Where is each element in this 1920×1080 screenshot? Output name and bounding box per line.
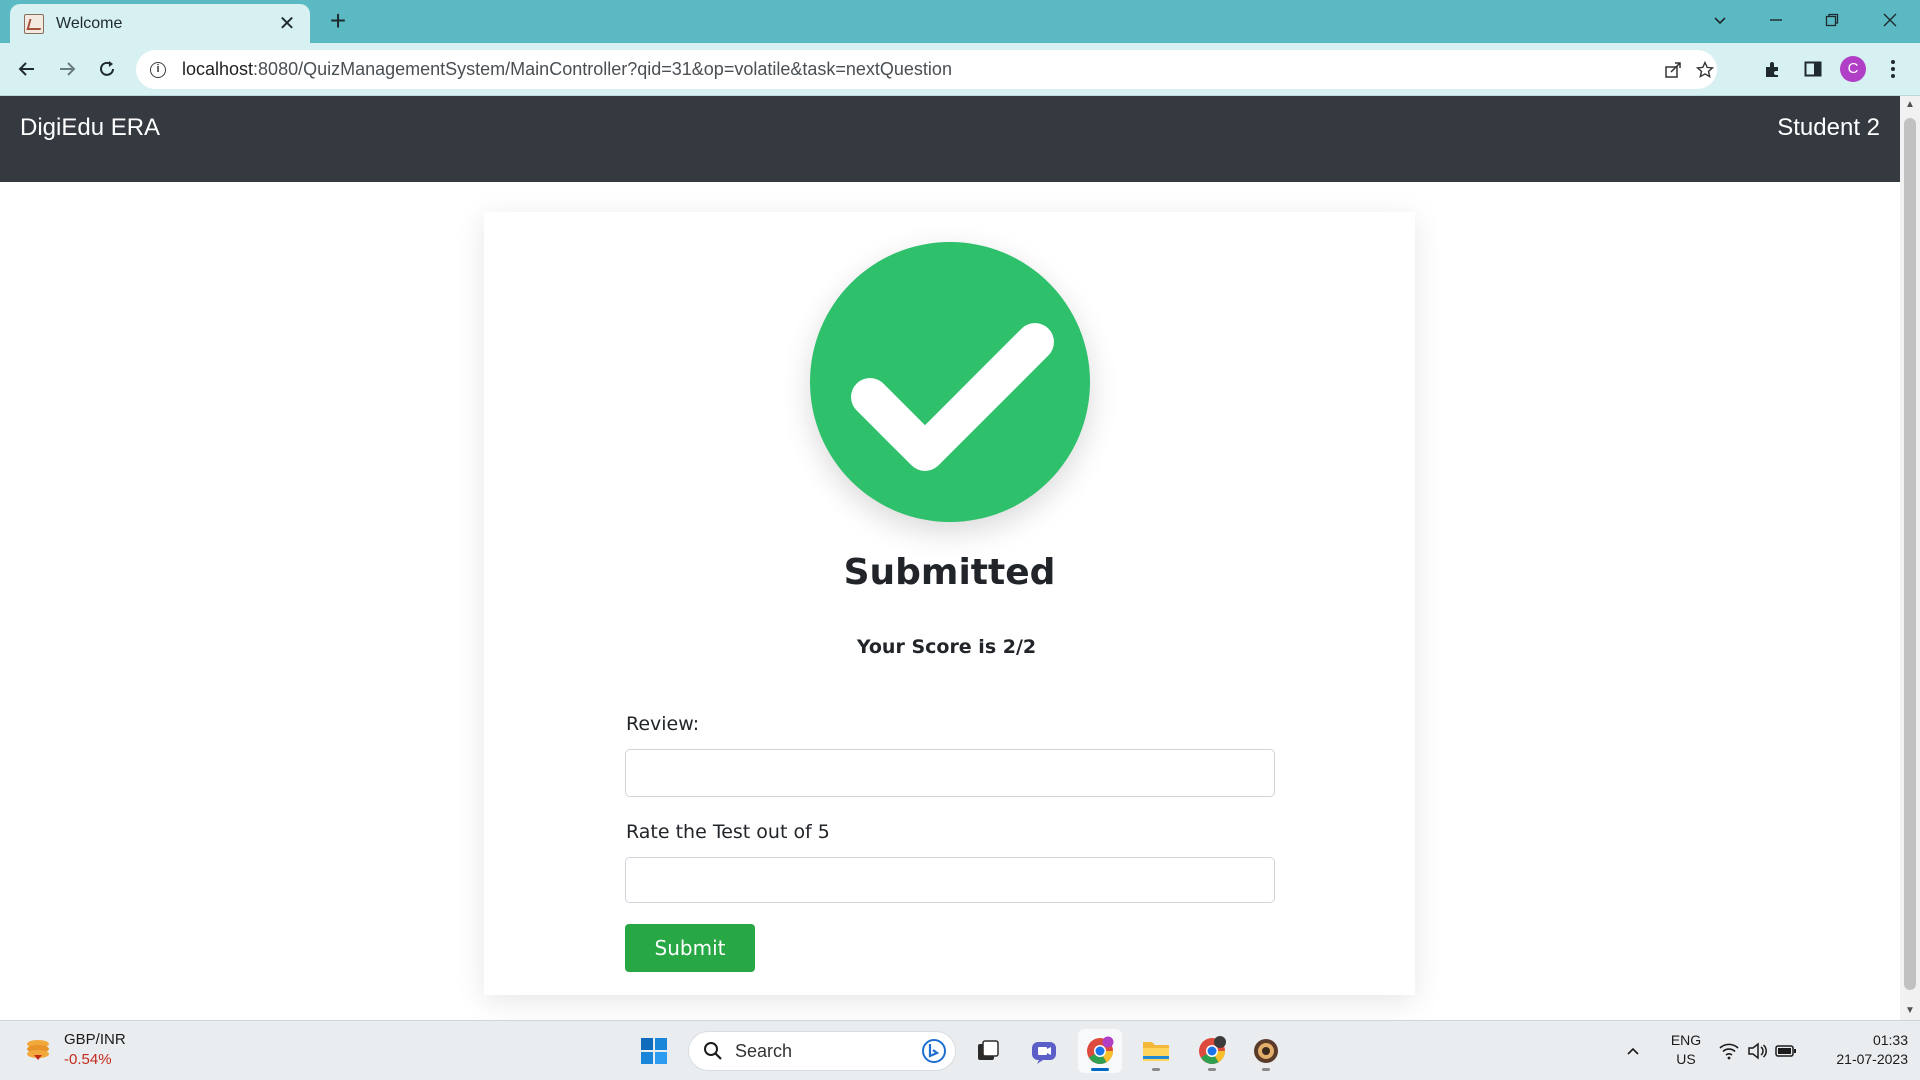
currency-coins-icon[interactable] [24,1035,52,1063]
tab-search-chevron-icon[interactable] [1692,0,1748,40]
search-label: Search [735,1040,793,1061]
active-app-indicator [1091,1068,1109,1071]
reload-icon[interactable] [90,52,124,86]
url-text: localhost:8080/QuizManagementSystem/Main… [182,59,952,79]
windows-start-icon[interactable] [632,1029,676,1073]
rating-label: Rate the Test out of 5 [626,821,830,843]
ticker-change: -0.54% [64,1051,112,1068]
success-check-icon [810,242,1090,522]
teams-chat-icon[interactable] [1022,1029,1066,1073]
volume-icon[interactable] [1744,1021,1770,1080]
forward-arrow-icon[interactable] [50,52,84,86]
site-info-icon[interactable]: i [150,61,166,78]
site-navbar: DigiEdu ERA Student 2 [0,96,1900,182]
scroll-down-arrow-icon[interactable]: ▼ [1900,1002,1920,1020]
tab-close-icon[interactable]: ✕ [276,14,298,34]
search-icon [704,1042,722,1060]
chrome-icon[interactable] [1078,1029,1122,1073]
clock-time: 01:33 [1872,1032,1908,1048]
task-view-icon[interactable] [966,1029,1010,1073]
browser-tab[interactable]: Welcome ✕ [10,4,310,43]
running-app-indicator [1262,1068,1270,1071]
input-language-indicator[interactable]: ENG US [1668,1031,1704,1069]
review-input[interactable] [625,749,1275,797]
restore-button[interactable] [1804,0,1860,40]
current-user-name[interactable]: Student 2 [1777,114,1880,142]
windows-taskbar: GBP/INR -0.54% Search ENG US 01:33 21-07… [0,1020,1920,1080]
minimize-button[interactable] [1748,0,1804,40]
close-window-button[interactable] [1862,0,1918,40]
bookmark-star-icon[interactable] [1694,59,1716,81]
score-text: Your Score is 2/2 [856,636,1037,658]
side-panel-icon[interactable] [1796,52,1830,86]
submit-button[interactable]: Submit [625,924,755,972]
tab-title: Welcome [56,14,123,32]
tab-favicon-icon [24,13,44,34]
ticker-name[interactable]: GBP/INR [64,1031,126,1048]
show-hidden-icons-chevron-icon[interactable] [1616,1021,1650,1080]
running-app-indicator [1152,1068,1160,1071]
browser-toolbar: i localhost:8080/QuizManagementSystem/Ma… [0,43,1920,96]
profile-avatar[interactable]: C [1840,56,1866,82]
wifi-icon[interactable] [1716,1021,1742,1080]
scroll-up-arrow-icon[interactable]: ▲ [1900,96,1920,114]
taskbar-clock[interactable]: 01:33 21-07-2023 [1808,1031,1908,1069]
page-scrollbar[interactable]: ▲ ▼ [1900,96,1920,1020]
result-title: Submitted [843,552,1056,593]
brand-logo-text[interactable]: DigiEdu ERA [20,114,160,142]
app-icon[interactable] [1244,1029,1288,1073]
bing-icon[interactable] [921,1038,947,1064]
scroll-thumb[interactable] [1904,118,1916,990]
battery-icon[interactable] [1772,1021,1800,1080]
running-app-indicator [1208,1068,1216,1071]
review-label: Review: [626,713,700,735]
address-bar[interactable]: i localhost:8080/QuizManagementSystem/Ma… [136,50,1717,89]
taskbar-search-box[interactable]: Search [688,1031,956,1071]
rating-input[interactable] [625,857,1275,903]
share-icon[interactable] [1662,59,1684,81]
file-explorer-icon[interactable] [1134,1029,1178,1073]
result-card: Submitted Your Score is 2/2 Review: Rate… [484,212,1415,995]
extensions-puzzle-icon[interactable] [1756,52,1790,86]
menu-kebab-icon[interactable] [1876,52,1910,86]
chrome-profile-icon[interactable] [1190,1029,1234,1073]
back-arrow-icon[interactable] [10,52,44,86]
new-tab-button[interactable]: + [322,6,354,38]
clock-date: 21-07-2023 [1836,1051,1908,1067]
browser-tab-strip: Welcome ✕ + [0,0,1920,43]
